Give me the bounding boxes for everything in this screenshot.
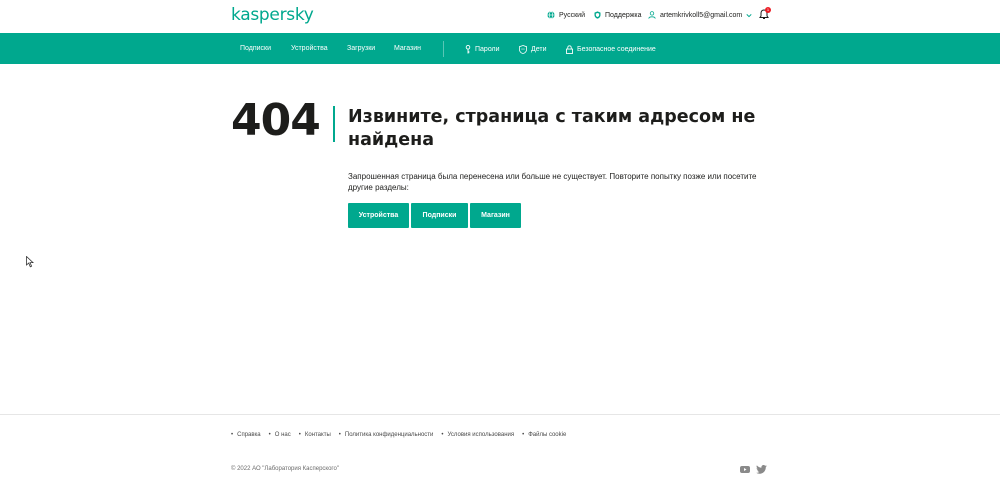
error-description: Запрошенная страница была перенесена или… — [348, 172, 757, 192]
nav-passwords-label: Пароли — [475, 46, 500, 53]
notifications-button[interactable]: 1 — [759, 7, 773, 20]
footer-link-about[interactable]: О нас — [269, 432, 291, 438]
cursor-icon — [26, 256, 34, 268]
nav-kids-label: Дети — [531, 46, 547, 53]
social-links — [740, 465, 767, 474]
footer-link-help[interactable]: Справка — [231, 432, 261, 438]
lock-icon — [566, 45, 573, 54]
chevron-down-icon — [746, 13, 752, 17]
subscriptions-button[interactable]: Подписки — [411, 203, 468, 228]
nav-passwords[interactable]: Пароли — [465, 45, 500, 54]
footer-links: Справка О нас Контакты Политика конфиден… — [231, 432, 574, 438]
kids-shield-icon — [519, 45, 527, 54]
globe-icon — [547, 11, 555, 19]
error-code: 404 — [231, 95, 321, 146]
youtube-icon[interactable] — [740, 466, 750, 473]
notification-badge: 1 — [765, 7, 771, 13]
twitter-icon[interactable] — [756, 465, 767, 474]
account-menu[interactable]: artemkrivkoll5@gmail.com — [648, 11, 756, 19]
nav-devices[interactable]: Устройства — [291, 45, 328, 52]
nav-secure-connection[interactable]: Безопасное соединение — [566, 45, 656, 54]
footer-link-terms[interactable]: Условия использования — [441, 432, 515, 438]
account-email: artemkrivkoll5@gmail.com — [660, 11, 743, 19]
devices-button[interactable]: Устройства — [348, 203, 409, 228]
accent-divider — [333, 106, 335, 142]
copyright: © 2022 АО "Лаборатория Касперского" — [231, 466, 339, 472]
footer-link-contacts[interactable]: Контакты — [299, 432, 331, 438]
support-label: Поддержка — [605, 11, 642, 19]
user-icon — [648, 11, 656, 19]
nav-store[interactable]: Магазин — [394, 45, 421, 52]
kaspersky-logo[interactable]: kaspersky — [231, 5, 314, 25]
store-button[interactable]: Магазин — [470, 203, 521, 228]
key-icon — [465, 45, 471, 54]
shield-icon — [594, 11, 601, 19]
language-selector[interactable]: Русский — [547, 11, 585, 19]
nav-subscriptions[interactable]: Подписки — [240, 45, 271, 52]
top-bar: kaspersky Русский Поддержка artemkrivkol… — [0, 0, 1000, 33]
language-label: Русский — [559, 11, 585, 19]
main-nav: Подписки Устройства Загрузки Магазин Пар… — [0, 33, 1000, 64]
section-buttons: Устройства Подписки Магазин — [348, 203, 521, 228]
nav-divider — [443, 41, 444, 57]
page-title: Извините, страница с таким адресом не на… — [348, 107, 756, 150]
nav-downloads[interactable]: Загрузки — [347, 45, 375, 52]
footer-link-privacy[interactable]: Политика конфиденциальности — [339, 432, 434, 438]
footer-divider — [0, 414, 1000, 415]
support-link[interactable]: Поддержка — [594, 11, 642, 19]
footer-link-cookies[interactable]: Файлы cookie — [522, 432, 566, 438]
nav-secure-connection-label: Безопасное соединение — [577, 46, 656, 53]
nav-kids[interactable]: Дети — [519, 45, 547, 54]
